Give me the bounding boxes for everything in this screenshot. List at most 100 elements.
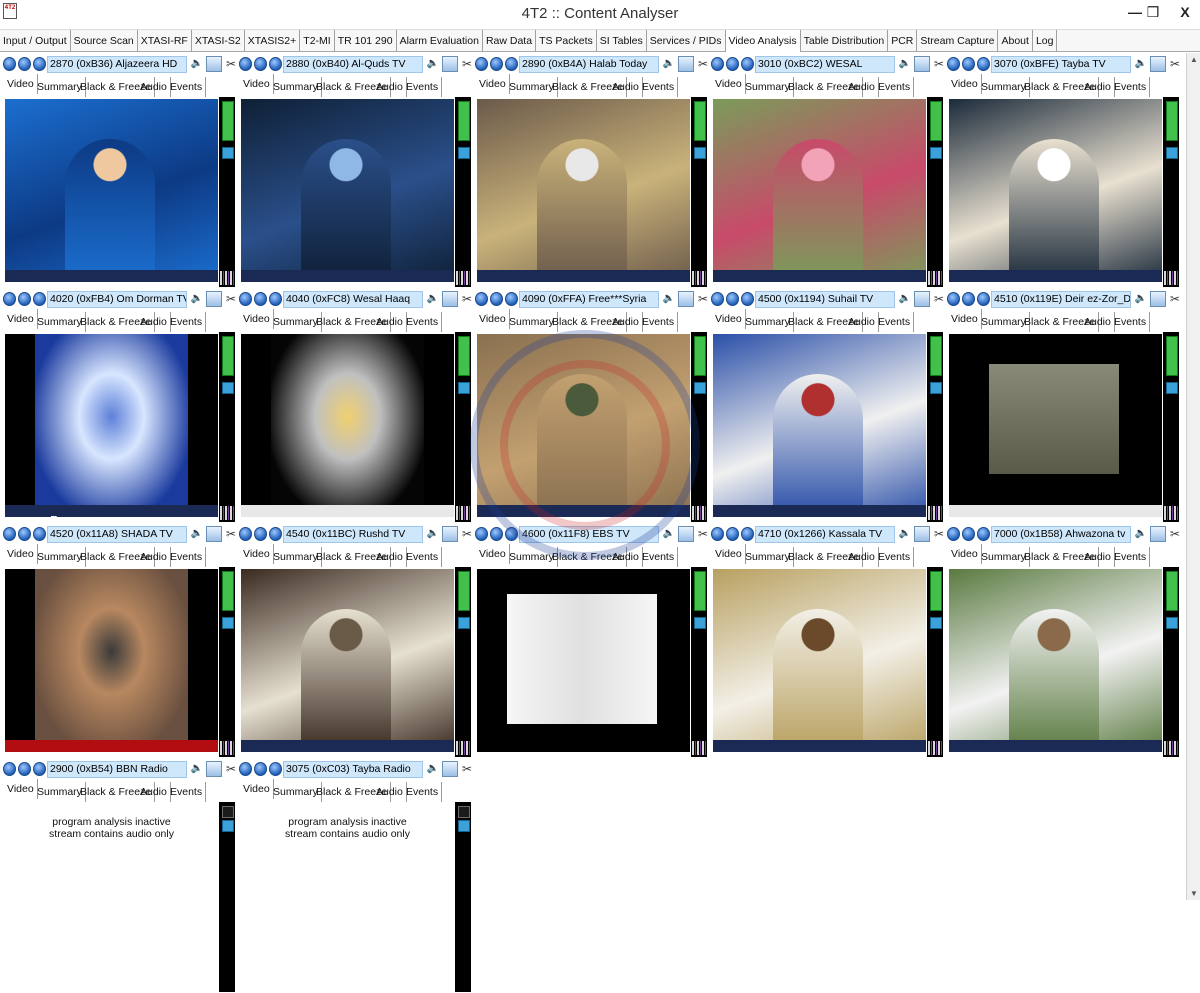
radio-button-icon[interactable] [947, 57, 960, 71]
radio-button-icon[interactable] [490, 527, 503, 541]
radio-button-icon[interactable] [947, 292, 960, 306]
radio-button-icon[interactable] [269, 292, 282, 306]
speaker-muted-icon[interactable]: 🔈 [425, 526, 441, 542]
radio-button-icon[interactable] [33, 57, 46, 71]
scroll-up-icon[interactable]: ▲ [1189, 55, 1199, 64]
tools-icon[interactable]: ✂ [1167, 56, 1183, 72]
monitor-icon[interactable] [442, 56, 458, 72]
video-thumbnail[interactable] [241, 569, 454, 752]
menu-tab-about[interactable]: About [998, 30, 1033, 52]
tab-audio[interactable]: Audio [609, 547, 643, 567]
settings-icon[interactable] [694, 147, 706, 159]
speaker-muted-icon[interactable]: 🔈 [1133, 526, 1149, 542]
video-thumbnail[interactable] [713, 569, 926, 752]
tab-video[interactable]: Video [476, 544, 510, 564]
tab-events[interactable]: Events [875, 77, 915, 97]
radio-button-icon[interactable] [741, 292, 754, 306]
radio-button-icon[interactable] [239, 57, 252, 71]
video-thumbnail[interactable] [477, 99, 690, 282]
tab-audio[interactable]: Audio [373, 77, 407, 97]
video-thumbnail[interactable] [5, 99, 218, 282]
video-thumbnail[interactable] [477, 569, 690, 752]
video-thumbnail[interactable] [241, 99, 454, 282]
radio-button-icon[interactable] [475, 292, 488, 306]
tab-audio[interactable]: Audio [137, 782, 171, 802]
menu-tab-xtasi-rf[interactable]: XTASI-RF [138, 30, 192, 52]
radio-button-icon[interactable] [239, 762, 252, 776]
settings-icon[interactable] [1166, 617, 1178, 629]
video-thumbnail[interactable] [949, 569, 1162, 752]
radio-button-icon[interactable] [962, 57, 975, 71]
radio-button-icon[interactable] [711, 57, 724, 71]
tab-events[interactable]: Events [403, 77, 443, 97]
monitor-icon[interactable] [442, 526, 458, 542]
radio-button-icon[interactable] [3, 57, 16, 71]
speaker-muted-icon[interactable]: 🔈 [897, 291, 913, 307]
tab-events[interactable]: Events [1111, 77, 1151, 97]
speaker-muted-icon[interactable]: 🔈 [897, 526, 913, 542]
monitor-icon[interactable] [1150, 56, 1166, 72]
video-thumbnail[interactable] [949, 334, 1162, 517]
tab-video[interactable]: Video [4, 779, 38, 799]
radio-button-icon[interactable] [254, 762, 267, 776]
speaker-muted-icon[interactable]: 🔈 [189, 291, 205, 307]
channel-title[interactable]: 3075 (0xC03) Tayba Radio [283, 761, 423, 778]
menu-tab-alarm-evaluation[interactable]: Alarm Evaluation [397, 30, 483, 52]
radio-button-icon[interactable] [239, 527, 252, 541]
tab-video[interactable]: Video [240, 74, 274, 94]
channel-title[interactable]: 4710 (0x1266) Kassala TV [755, 526, 895, 543]
radio-button-icon[interactable] [490, 57, 503, 71]
menu-tab-ts-packets[interactable]: TS Packets [536, 30, 597, 52]
tab-audio[interactable]: Audio [609, 312, 643, 332]
speaker-muted-icon[interactable]: 🔈 [1133, 56, 1149, 72]
tab-audio[interactable]: Audio [373, 312, 407, 332]
speaker-muted-icon[interactable]: 🔈 [897, 56, 913, 72]
monitor-icon[interactable] [206, 291, 222, 307]
tab-audio[interactable]: Audio [1081, 77, 1115, 97]
settings-icon[interactable] [1166, 147, 1178, 159]
radio-button-icon[interactable] [3, 527, 16, 541]
radio-button-icon[interactable] [977, 527, 990, 541]
menu-tab-xtasi-s2[interactable]: XTASI-S2 [192, 30, 245, 52]
radio-button-icon[interactable] [711, 292, 724, 306]
tab-audio[interactable]: Audio [137, 77, 171, 97]
radio-button-icon[interactable] [269, 762, 282, 776]
settings-icon[interactable] [458, 820, 470, 832]
monitor-icon[interactable] [206, 526, 222, 542]
tools-icon[interactable]: ✂ [459, 761, 475, 777]
menu-tab-raw-data[interactable]: Raw Data [483, 30, 537, 52]
radio-button-icon[interactable] [269, 57, 282, 71]
tab-video[interactable]: Video [712, 74, 746, 94]
tab-audio[interactable]: Audio [845, 312, 879, 332]
menu-tab-services-pids[interactable]: Services / PIDs [647, 30, 726, 52]
menu-tab-stream-capture[interactable]: Stream Capture [917, 30, 999, 52]
radio-button-icon[interactable] [254, 292, 267, 306]
video-thumbnail[interactable] [5, 334, 218, 517]
menu-tab-si-tables[interactable]: SI Tables [597, 30, 647, 52]
tab-events[interactable]: Events [875, 547, 915, 567]
menu-tab-pcr[interactable]: PCR [888, 30, 918, 52]
tab-video[interactable]: Video [476, 74, 510, 94]
tab-events[interactable]: Events [167, 547, 207, 567]
menu-tab-source-scan[interactable]: Source Scan [71, 30, 138, 52]
tab-video[interactable]: Video [712, 309, 746, 329]
radio-button-icon[interactable] [18, 527, 31, 541]
radio-button-icon[interactable] [18, 762, 31, 776]
channel-title[interactable]: 3010 (0xBC2) WESAL [755, 56, 895, 73]
tab-video[interactable]: Video [4, 544, 38, 564]
radio-button-icon[interactable] [962, 292, 975, 306]
menu-tab-video-analysis[interactable]: Video Analysis [725, 30, 801, 52]
vertical-scrollbar[interactable]: ▲ ▼ [1186, 53, 1200, 900]
radio-button-icon[interactable] [505, 292, 518, 306]
tab-audio[interactable]: Audio [1081, 312, 1115, 332]
settings-icon[interactable] [222, 382, 234, 394]
close-button[interactable]: X [1172, 2, 1198, 24]
menu-tab-tr-101-290[interactable]: TR 101 290 [335, 30, 397, 52]
radio-button-icon[interactable] [977, 57, 990, 71]
speaker-muted-icon[interactable]: 🔈 [189, 761, 205, 777]
menu-tab-table-distribution[interactable]: Table Distribution [801, 30, 889, 52]
speaker-muted-icon[interactable]: 🔈 [661, 291, 677, 307]
speaker-muted-icon[interactable]: 🔈 [189, 526, 205, 542]
settings-icon[interactable] [694, 617, 706, 629]
menu-tab-t2-mi[interactable]: T2-MI [300, 30, 335, 52]
